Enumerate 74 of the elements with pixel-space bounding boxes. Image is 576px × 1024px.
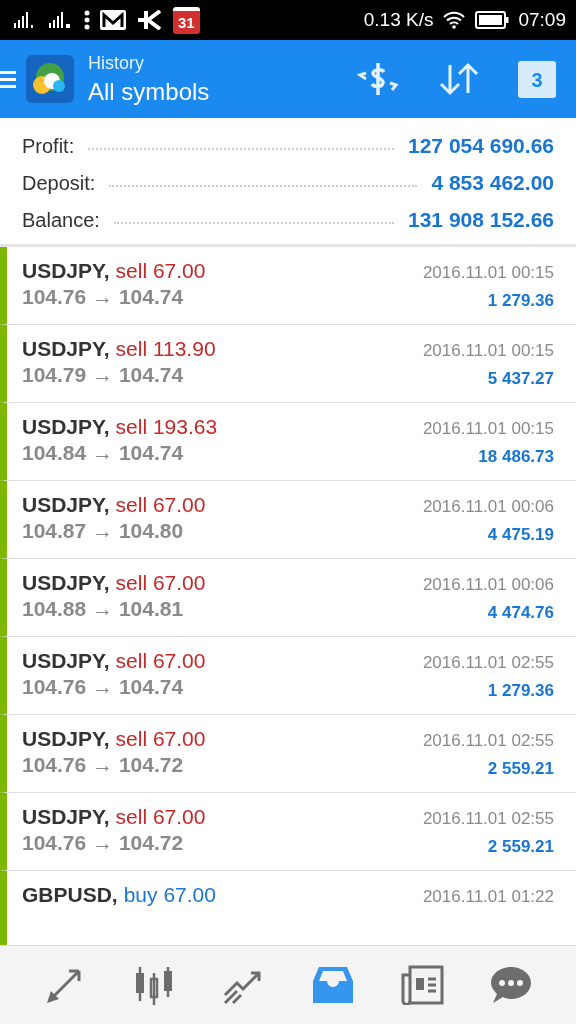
deal-prices: 104.84 → 104.74 <box>22 441 185 465</box>
mail-icon <box>99 9 127 31</box>
summary-label: Deposit: <box>22 171 96 195</box>
deal-profit: 1 279.36 <box>487 681 554 701</box>
deal-time: 2016.11.01 02:55 <box>422 731 554 751</box>
network-speed: 0.13 K/s <box>363 9 434 31</box>
deal-side: sell 193.63 <box>115 415 218 439</box>
deal-row[interactable]: USDJPY, sell 67.00 104.87 → 104.80 2016.11.01 00:06 4 475.19 <box>0 481 576 559</box>
deal-time: 2016.11.01 02:55 <box>422 809 554 829</box>
dots-icon <box>84 10 90 30</box>
battery-icon <box>475 11 510 29</box>
deal-profit: 18 486.73 <box>478 447 554 467</box>
deal-row[interactable]: USDJPY, sell 67.00 104.88 → 104.81 2016.11.01 00:06 4 474.76 <box>0 559 576 637</box>
deal-profit: 4 475.19 <box>487 525 554 545</box>
deal-side: sell 67.00 <box>115 805 206 829</box>
app-logo-icon <box>26 55 74 103</box>
deal-row[interactable]: USDJPY, sell 193.63 104.84 → 104.74 2016.11.01 00:15 18 486.73 <box>0 403 576 481</box>
deal-prices: 104.79 → 104.74 <box>22 363 185 387</box>
deal-prices: 104.87 → 104.80 <box>22 519 185 543</box>
deal-prices: 104.76 → 104.74 <box>22 675 185 699</box>
deal-side: sell 67.00 <box>115 259 206 283</box>
menu-icon[interactable] <box>0 69 16 89</box>
deal-side: buy 67.00 <box>123 883 216 907</box>
wifi-icon <box>442 11 467 29</box>
deal-symbol: USDJPY, <box>22 571 110 595</box>
deal-side: sell 67.00 <box>115 649 206 673</box>
deal-prices: 104.76 → 104.72 <box>22 831 185 855</box>
sort-icon[interactable] <box>438 61 480 97</box>
deal-profit: 4 474.76 <box>487 603 554 623</box>
deal-row[interactable]: USDJPY, sell 113.90 104.79 → 104.74 2016.11.01 00:15 5 437.27 <box>0 325 576 403</box>
deal-side: sell 67.00 <box>115 727 206 751</box>
k-icon <box>136 10 164 30</box>
deal-prices: 104.76 → 104.72 <box>22 753 185 777</box>
summary-label: Balance: <box>22 208 100 232</box>
deal-symbol: USDJPY, <box>22 337 110 361</box>
summary-value: 131 908 152.66 <box>408 208 554 232</box>
deal-profit: 2 559.21 <box>487 759 554 779</box>
deal-symbol: USDJPY, <box>22 649 110 673</box>
deal-side: sell 113.90 <box>115 337 216 361</box>
deal-symbol: USDJPY, <box>22 493 110 517</box>
deal-symbol: USDJPY, <box>22 415 110 439</box>
summary-value: 127 054 690.66 <box>408 134 554 158</box>
deal-symbol: GBPUSD, <box>22 883 118 907</box>
deal-time: 2016.11.01 00:15 <box>422 341 554 361</box>
symbol-filter[interactable]: All symbols <box>88 77 356 106</box>
deal-prices: 104.76 → 104.74 <box>22 285 185 309</box>
currency-exchange-icon[interactable] <box>356 61 400 97</box>
deal-symbol: USDJPY, <box>22 259 110 283</box>
deal-profit: 5 437.27 <box>487 369 554 389</box>
summary-label: Profit: <box>22 134 75 158</box>
deal-time: 2016.11.01 02:55 <box>422 653 554 673</box>
deal-time: 2016.11.01 00:06 <box>422 497 554 517</box>
deal-symbol: USDJPY, <box>22 805 110 829</box>
newspaper-icon[interactable] <box>399 965 444 1005</box>
deal-row[interactable]: USDJPY, sell 67.00 104.76 → 104.74 2016.11.01 00:15 1 279.36 <box>0 247 576 325</box>
deal-side: sell 67.00 <box>115 493 206 517</box>
deal-time: 2016.11.01 00:15 <box>422 263 554 283</box>
deal-side: sell 67.00 <box>115 571 206 595</box>
deal-profit: 1 279.36 <box>487 291 554 311</box>
calendar-icon: 31 <box>173 6 200 34</box>
deal-profit: 2 559.21 <box>487 837 554 857</box>
deal-time: 2016.11.01 01:22 <box>422 887 554 907</box>
deal-row[interactable]: USDJPY, sell 67.00 104.76 → 104.72 2016.11.01 02:55 2 559.21 <box>0 715 576 793</box>
deal-row[interactable]: USDJPY, sell 67.00 104.76 → 104.72 2016.11.01 02:55 2 559.21 <box>0 793 576 871</box>
inbox-tray-icon[interactable] <box>310 965 355 1005</box>
deal-prices: 104.88 → 104.81 <box>22 597 185 621</box>
clock: 07:09 <box>518 9 566 31</box>
screen-title: History <box>88 52 145 74</box>
deal-row[interactable]: USDJPY, sell 67.00 104.76 → 104.74 2016.11.01 02:55 1 279.36 <box>0 637 576 715</box>
chat-bubble-icon[interactable] <box>489 965 534 1005</box>
deal-time: 2016.11.01 00:06 <box>422 575 554 595</box>
summary-value: 4 853 462.00 <box>431 171 554 195</box>
deal-time: 2016.11.01 00:15 <box>422 419 554 439</box>
deal-symbol: USDJPY, <box>22 727 110 751</box>
